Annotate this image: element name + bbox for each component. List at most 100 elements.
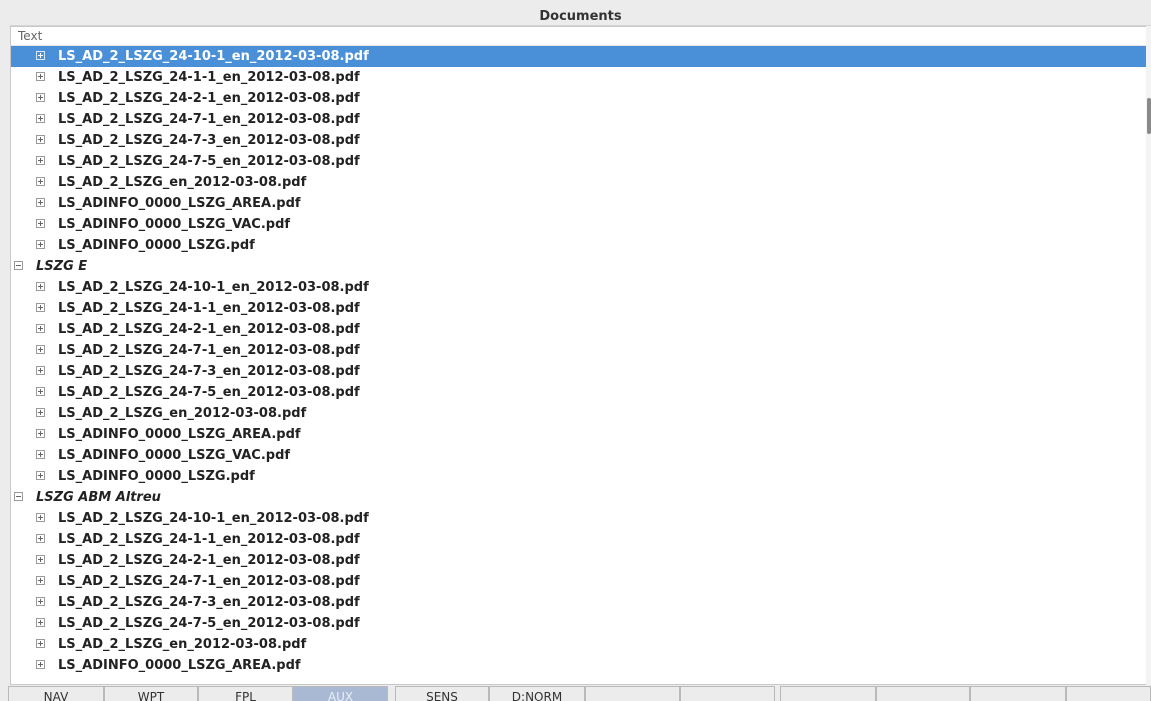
tree-document-item[interactable]: LS_AD_2_LSZG_24-7-1_en_2012-03-08.pdf [11,340,1147,361]
document-label: LS_AD_2_LSZG_en_2012-03-08.pdf [58,406,307,421]
tree-document-item[interactable]: LS_ADINFO_0000_LSZG_VAC.pdf [11,214,1147,235]
tree-document-item[interactable]: LS_AD_2_LSZG_24-7-1_en_2012-03-08.pdf [11,571,1147,592]
tree-document-item[interactable]: LS_AD_2_LSZG_24-7-1_en_2012-03-08.pdf [11,109,1147,130]
document-label: LS_AD_2_LSZG_24-7-3_en_2012-03-08.pdf [58,364,360,379]
document-label: LS_AD_2_LSZG_24-1-1_en_2012-03-08.pdf [58,70,360,85]
document-label: LS_ADINFO_0000_LSZG_AREA.pdf [58,196,301,211]
expand-icon[interactable] [36,177,45,186]
tree-document-item[interactable]: LS_ADINFO_0000_LSZG.pdf [11,235,1147,256]
vertical-scrollbar[interactable] [1146,26,1151,685]
tree-document-item[interactable]: LS_AD_2_LSZG_24-1-1_en_2012-03-08.pdf [11,67,1147,88]
expand-icon[interactable] [36,303,45,312]
tab-empty-11[interactable] [1066,686,1151,701]
tab-sens[interactable]: SENS [395,686,489,701]
window-title: Documents [10,8,1151,26]
tree-document-item[interactable]: LS_AD_2_LSZG_24-10-1_en_2012-03-08.pdf [11,277,1147,298]
tree-document-item[interactable]: LS_AD_2_LSZG_24-2-1_en_2012-03-08.pdf [11,88,1147,109]
document-label: LS_ADINFO_0000_LSZG_AREA.pdf [58,427,301,442]
tab-wpt[interactable]: WPT [104,686,198,701]
expand-icon[interactable] [36,345,45,354]
expand-icon[interactable] [36,450,45,459]
expand-icon[interactable] [36,219,45,228]
expand-icon[interactable] [36,471,45,480]
expand-icon[interactable] [36,156,45,165]
tree-document-item[interactable]: LS_ADINFO_0000_LSZG_VAC.pdf [11,445,1147,466]
document-label: LS_AD_2_LSZG_24-7-1_en_2012-03-08.pdf [58,343,360,358]
tab-empty-6[interactable] [585,686,680,701]
expand-icon[interactable] [36,513,45,522]
expand-icon[interactable] [36,282,45,291]
expand-icon[interactable] [36,135,45,144]
document-label: LS_AD_2_LSZG_24-7-3_en_2012-03-08.pdf [58,595,360,610]
expand-icon[interactable] [36,198,45,207]
document-label: LS_AD_2_LSZG_en_2012-03-08.pdf [58,175,307,190]
expand-icon[interactable] [36,639,45,648]
tree-document-item[interactable]: LS_AD_2_LSZG_en_2012-03-08.pdf [11,634,1147,655]
expand-icon[interactable] [36,618,45,627]
documents-window: Documents Text LS_AD_2_LSZG_24-10-1_en_2… [0,0,1151,701]
tree-document-item[interactable]: LS_AD_2_LSZG_24-7-3_en_2012-03-08.pdf [11,361,1147,382]
document-label: LS_AD_2_LSZG_24-2-1_en_2012-03-08.pdf [58,91,360,106]
expand-icon[interactable] [36,366,45,375]
expand-icon[interactable] [36,534,45,543]
tab-empty-9[interactable] [876,686,970,701]
tree-document-item[interactable]: LS_ADINFO_0000_LSZG.pdf [11,466,1147,487]
document-label: LS_ADINFO_0000_LSZG.pdf [58,238,255,253]
expand-icon[interactable] [36,660,45,669]
expand-icon[interactable] [36,114,45,123]
expand-icon[interactable] [36,93,45,102]
tree-document-item[interactable]: LS_ADINFO_0000_LSZG_AREA.pdf [11,424,1147,445]
tree-document-item[interactable]: LS_AD_2_LSZG_24-1-1_en_2012-03-08.pdf [11,298,1147,319]
expand-icon[interactable] [36,555,45,564]
tree-document-item[interactable]: LS_AD_2_LSZG_en_2012-03-08.pdf [11,403,1147,424]
tree-document-item[interactable]: LS_AD_2_LSZG_24-7-3_en_2012-03-08.pdf [11,592,1147,613]
document-label: LS_AD_2_LSZG_24-1-1_en_2012-03-08.pdf [58,301,360,316]
tree-document-item[interactable]: LS_AD_2_LSZG_24-10-1_en_2012-03-08.pdf [11,508,1147,529]
tree-document-item[interactable]: LS_AD_2_LSZG_24-7-5_en_2012-03-08.pdf [11,382,1147,403]
tab-aux[interactable]: AUX [293,686,388,701]
tree-document-item[interactable]: LS_AD_2_LSZG_24-2-1_en_2012-03-08.pdf [11,550,1147,571]
tree-document-item[interactable]: LS_AD_2_LSZG_24-1-1_en_2012-03-08.pdf [11,529,1147,550]
tree-document-item[interactable]: LS_AD_2_LSZG_24-7-5_en_2012-03-08.pdf [11,151,1147,172]
document-label: LS_ADINFO_0000_LSZG_AREA.pdf [58,658,301,673]
expand-icon[interactable] [36,324,45,333]
document-label: LS_AD_2_LSZG_24-10-1_en_2012-03-08.pdf [58,280,369,295]
collapse-icon[interactable] [14,261,23,270]
tree-document-item[interactable]: LS_AD_2_LSZG_24-10-1_en_2012-03-08.pdf [11,46,1147,67]
document-label: LS_ADINFO_0000_LSZG_VAC.pdf [58,448,291,463]
expand-icon[interactable] [36,387,45,396]
document-label: LS_AD_2_LSZG_24-7-1_en_2012-03-08.pdf [58,112,360,127]
tree-column-header[interactable]: Text [11,27,1147,46]
document-label: LS_ADINFO_0000_LSZG.pdf [58,469,255,484]
tab-fpl[interactable]: FPL [198,686,293,701]
tab-empty-10[interactable] [970,686,1066,701]
tree-group-node[interactable]: LSZG E [11,256,1147,277]
expand-icon[interactable] [36,576,45,585]
tab-empty-8[interactable] [780,686,876,701]
tab-d-norm[interactable]: D:NORM [489,686,585,701]
expand-icon[interactable] [36,597,45,606]
tree-rows: LS_AD_2_LSZG_24-10-1_en_2012-03-08.pdf LS… [11,46,1147,676]
collapse-icon[interactable] [14,492,23,501]
expand-icon[interactable] [36,51,45,60]
document-label: LS_AD_2_LSZG_24-1-1_en_2012-03-08.pdf [58,532,360,547]
document-label: LS_AD_2_LSZG_24-7-3_en_2012-03-08.pdf [58,133,360,148]
document-tree[interactable]: Text LS_AD_2_LSZG_24-10-1_en_2012-03-08.… [10,26,1148,685]
tab-empty-7[interactable] [680,686,775,701]
tree-document-item[interactable]: LS_AD_2_LSZG_24-2-1_en_2012-03-08.pdf [11,319,1147,340]
tab-nav[interactable]: NAV [8,686,104,701]
group-label: LSZG ABM Altreu [36,490,161,505]
tree-document-item[interactable]: LS_AD_2_LSZG_en_2012-03-08.pdf [11,172,1147,193]
expand-icon[interactable] [36,408,45,417]
tree-document-item[interactable]: LS_AD_2_LSZG_24-7-5_en_2012-03-08.pdf [11,613,1147,634]
tree-group-node[interactable]: LSZG ABM Altreu [11,487,1147,508]
expand-icon[interactable] [36,240,45,249]
expand-icon[interactable] [36,429,45,438]
tree-document-item[interactable]: LS_ADINFO_0000_LSZG_AREA.pdf [11,655,1147,676]
tree-document-item[interactable]: LS_AD_2_LSZG_24-7-3_en_2012-03-08.pdf [11,130,1147,151]
expand-icon[interactable] [36,72,45,81]
document-label: LS_AD_2_LSZG_24-7-5_en_2012-03-08.pdf [58,385,360,400]
tree-document-item[interactable]: LS_ADINFO_0000_LSZG_AREA.pdf [11,193,1147,214]
document-label: LS_AD_2_LSZG_24-2-1_en_2012-03-08.pdf [58,322,360,337]
scrollbar-thumb[interactable] [1147,98,1151,134]
